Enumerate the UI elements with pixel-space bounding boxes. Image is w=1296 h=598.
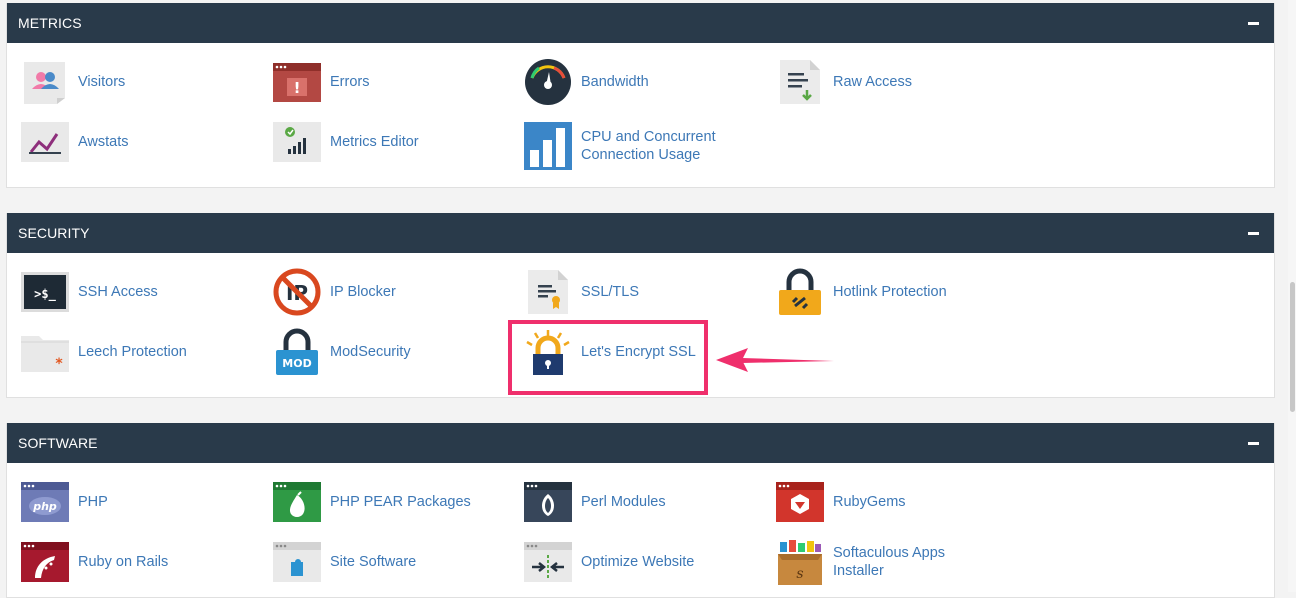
optimize-website-icon: [524, 542, 572, 582]
leech-folder-icon: *: [21, 336, 69, 372]
errors-link[interactable]: ! Errors: [273, 58, 369, 106]
ip-blocker-link[interactable]: IP IP Blocker: [273, 268, 396, 316]
softaculous-label: Softaculous Apps Installer: [833, 545, 946, 579]
perl-modules-link[interactable]: Perl Modules: [524, 478, 666, 526]
ruby-on-rails-link[interactable]: Ruby on Rails: [21, 538, 168, 586]
php-pear-packages-label: PHP PEAR Packages: [330, 494, 471, 510]
metrics-editor-label: Metrics Editor: [330, 134, 419, 150]
ssh-terminal-icon: >$_: [21, 272, 69, 312]
php-pear-packages-link[interactable]: PHP PEAR Packages: [273, 478, 471, 526]
svg-text:MOD: MOD: [282, 357, 311, 370]
php-link[interactable]: php PHP: [21, 478, 108, 526]
hotlink-lock-icon: [779, 268, 821, 315]
ruby-on-rails-icon: [21, 542, 69, 582]
collapse-minus-icon[interactable]: [1248, 231, 1259, 235]
ip-blocker-icon: IP: [273, 268, 321, 316]
svg-text:!: !: [294, 79, 301, 97]
bandwidth-label: Bandwidth: [581, 74, 649, 90]
svg-text:*: *: [55, 356, 63, 372]
modsecurity-label: ModSecurity: [330, 344, 411, 360]
collapse-minus-icon[interactable]: [1248, 21, 1259, 25]
softaculous-box-icon: s: [778, 540, 822, 585]
ssh-access-label: SSH Access: [78, 284, 158, 300]
hotlink-protection-link[interactable]: Hotlink Protection: [776, 268, 947, 316]
collapse-minus-icon[interactable]: [1248, 441, 1259, 445]
svg-text:>$_: >$_: [34, 287, 56, 302]
ssl-tls-label: SSL/TLS: [581, 284, 640, 300]
security-panel-header[interactable]: SECURITY: [7, 213, 1274, 253]
errors-label: Errors: [330, 74, 370, 90]
perl-onion-icon: [524, 482, 572, 522]
visitors-label: Visitors: [78, 74, 126, 90]
php-label: PHP: [78, 494, 108, 510]
metrics-panel-title: METRICS: [18, 15, 82, 31]
arrow-pointer-icon: [716, 348, 834, 372]
optimize-website-label: Optimize Website: [581, 554, 695, 570]
cpu-usage-link[interactable]: CPU and Concurrent Connection Usage: [524, 122, 741, 170]
optimize-website-link[interactable]: Optimize Website: [524, 538, 694, 586]
awstats-icon: [21, 122, 69, 162]
raw-access-label: Raw Access: [833, 74, 912, 90]
svg-text:php: php: [32, 500, 57, 513]
ssl-tls-link[interactable]: SSL/TLS: [524, 268, 639, 316]
softaculous-link[interactable]: s Softaculous Apps Installer: [776, 538, 993, 586]
leech-protection-label: Leech Protection: [78, 344, 187, 360]
raw-access-link[interactable]: Raw Access: [776, 58, 912, 106]
leech-protection-link[interactable]: * Leech Protection: [21, 328, 187, 376]
errors-icon: !: [273, 63, 321, 102]
modsecurity-link[interactable]: MOD ModSecurity: [273, 328, 411, 376]
bandwidth-link[interactable]: Bandwidth: [524, 58, 649, 106]
scrollbar-thumb[interactable]: [1290, 282, 1295, 412]
php-pear-icon: [273, 482, 321, 522]
software-panel-title: SOFTWARE: [18, 435, 98, 451]
cpu-usage-icon: [524, 122, 572, 170]
hotlink-protection-label: Hotlink Protection: [833, 284, 947, 300]
visitors-icon: [24, 62, 65, 104]
visitors-link[interactable]: Visitors: [21, 58, 125, 106]
security-panel-title: SECURITY: [18, 225, 90, 241]
ssl-certificate-icon: [528, 270, 568, 314]
raw-access-icon: [780, 60, 820, 104]
awstats-label: Awstats: [78, 134, 129, 150]
highlight-box: [508, 320, 708, 395]
rubygems-label: RubyGems: [833, 494, 906, 510]
site-software-label: Site Software: [330, 554, 417, 570]
ssh-access-link[interactable]: >$_ SSH Access: [21, 268, 158, 316]
modsecurity-lock-icon: MOD: [276, 328, 318, 375]
svg-text:s: s: [796, 566, 803, 582]
cpu-usage-label: CPU and Concurrent Connection Usage: [581, 129, 716, 163]
perl-modules-label: Perl Modules: [581, 494, 666, 510]
bandwidth-icon: [525, 59, 571, 105]
metrics-editor-link[interactable]: Metrics Editor: [273, 118, 419, 166]
site-software-link[interactable]: Site Software: [273, 538, 416, 586]
rubygems-link[interactable]: RubyGems: [776, 478, 906, 526]
software-panel-header[interactable]: SOFTWARE: [7, 423, 1274, 463]
rubygems-icon: [776, 482, 824, 522]
metrics-editor-icon: [273, 122, 321, 162]
awstats-link[interactable]: Awstats: [21, 118, 129, 166]
ip-blocker-label: IP Blocker: [330, 284, 396, 300]
ruby-on-rails-label: Ruby on Rails: [78, 554, 169, 570]
site-software-icon: [273, 542, 321, 582]
metrics-panel-header[interactable]: METRICS: [7, 3, 1274, 43]
php-icon: php: [21, 482, 69, 522]
